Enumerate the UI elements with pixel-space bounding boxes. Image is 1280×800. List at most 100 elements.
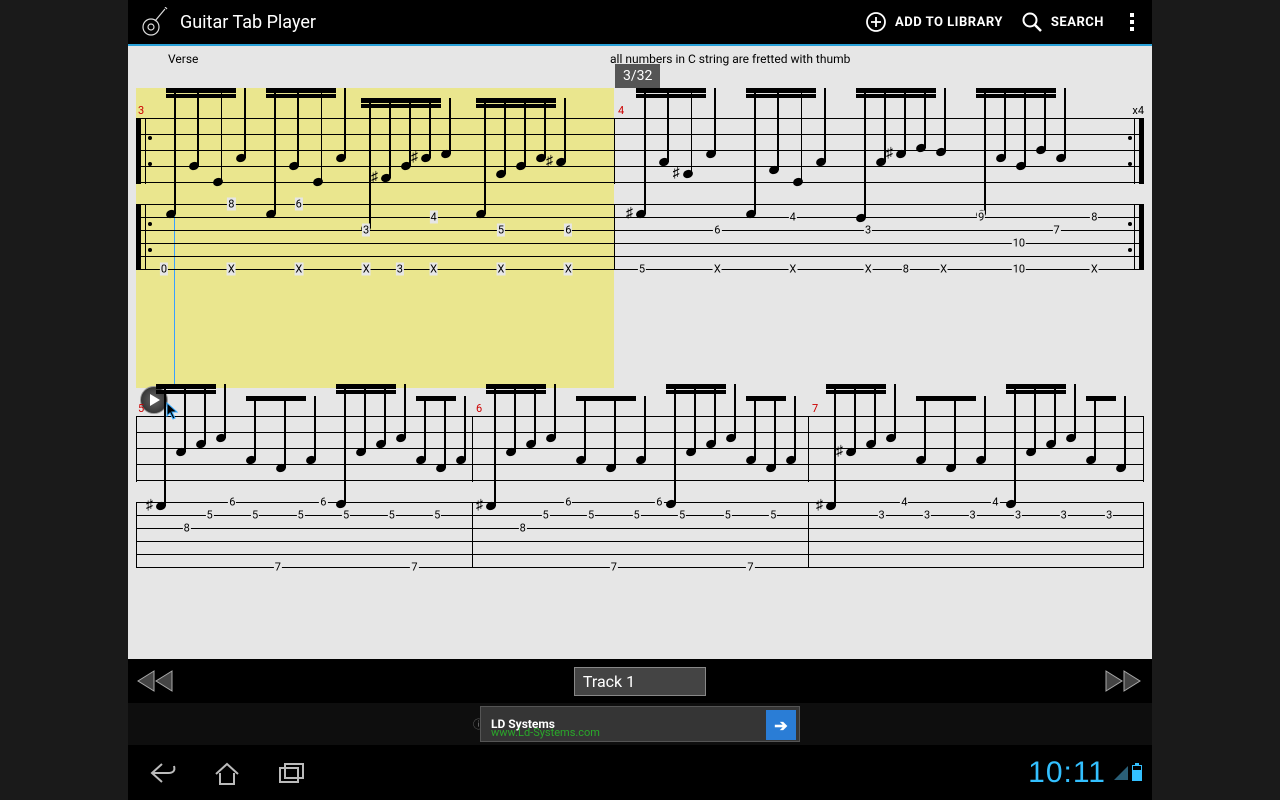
track-selector[interactable]: Track 1 bbox=[574, 667, 706, 696]
tab-fret: 5 bbox=[724, 509, 732, 522]
tab-fret: 5 bbox=[497, 224, 505, 237]
system-2: 5 6 7 ♯♯♯♯ 6 6 5 5 5 5 5 5 8 7 7 6 6 5 5 5 5 5 5 8 7 7 4 4 3 3 3 3 3… bbox=[136, 386, 1144, 626]
tab-fret: 0 bbox=[160, 263, 168, 276]
ad-go-button[interactable]: ➔ bbox=[766, 710, 796, 740]
tab-row-2: 665555558776655555587744333333 bbox=[136, 502, 1144, 568]
tab-fret: 3 bbox=[864, 224, 872, 237]
tab-fret: 4 bbox=[789, 211, 797, 224]
tab-fret: 5 bbox=[433, 509, 441, 522]
tab-fret: X bbox=[294, 263, 303, 276]
tab-fret: 5 bbox=[297, 509, 305, 522]
mouse-cursor-icon bbox=[166, 402, 180, 420]
tab-fret: 7 bbox=[746, 561, 754, 574]
guitar-icon[interactable] bbox=[138, 5, 172, 39]
tab-fret: 3 bbox=[1105, 509, 1113, 522]
tab-fret: 5 bbox=[638, 263, 646, 276]
signal-icon bbox=[1114, 766, 1128, 780]
tab-fret: 7 bbox=[1053, 224, 1061, 237]
tab-fret: 10 bbox=[1012, 263, 1026, 276]
tab-fret: 6 bbox=[228, 496, 236, 509]
section-label: Verse bbox=[168, 52, 198, 66]
measure-number-7: 7 bbox=[812, 402, 818, 415]
tab-fret: 5 bbox=[541, 509, 549, 522]
fast-forward-button[interactable] bbox=[1104, 669, 1144, 693]
tab-fret: 6 bbox=[295, 198, 303, 211]
tab-fret: X bbox=[939, 263, 948, 276]
staff-notation-row1: 3 4 x4 ♯♯♯♯♯♯ bbox=[136, 118, 1144, 184]
tab-fret: 4 bbox=[429, 211, 437, 224]
tab-fret: 8 bbox=[519, 522, 527, 535]
tab-fret: 3 bbox=[362, 224, 370, 237]
overflow-menu-button[interactable] bbox=[1122, 13, 1142, 31]
app-window: Guitar Tab Player ADD TO LIBRARY SEARCH … bbox=[128, 0, 1152, 800]
tab-fret: 9 bbox=[977, 211, 985, 224]
measure-counter: 3/32 bbox=[615, 64, 660, 88]
transport-bar: Track 1 bbox=[128, 659, 1152, 703]
ad-banner[interactable]: LD Systems www.Ld-Systems.com ➔ bbox=[480, 706, 800, 742]
search-button[interactable]: SEARCH bbox=[1021, 11, 1104, 33]
tab-fret: 8 bbox=[902, 263, 910, 276]
tab-fret: 3 bbox=[923, 509, 931, 522]
add-to-library-button[interactable]: ADD TO LIBRARY bbox=[865, 11, 1003, 33]
plus-circle-icon bbox=[865, 11, 887, 33]
measure-number-3: 3 bbox=[138, 104, 144, 117]
staff-notation-row2: 5 6 7 ♯♯♯♯ bbox=[136, 416, 1144, 482]
status-area: 10:11 bbox=[1028, 756, 1142, 790]
add-label: ADD TO LIBRARY bbox=[895, 15, 1003, 30]
tab-fret: 5 bbox=[388, 509, 396, 522]
tab-fret: 7 bbox=[410, 561, 418, 574]
ad-url: www.Ld-Systems.com bbox=[491, 726, 600, 739]
tab-fret: 5 bbox=[678, 509, 686, 522]
tab-fret: 5 bbox=[205, 509, 213, 522]
tab-fret: 8 bbox=[227, 198, 235, 211]
tab-fret: X bbox=[429, 263, 438, 276]
tab-fret: X bbox=[1090, 263, 1099, 276]
tab-fret: X bbox=[713, 263, 722, 276]
tab-fret: 3 bbox=[1060, 509, 1068, 522]
search-icon bbox=[1021, 11, 1043, 33]
tab-fret: X bbox=[496, 263, 505, 276]
tab-fret: X bbox=[788, 263, 797, 276]
repeat-count: x4 bbox=[1132, 104, 1144, 117]
rewind-button[interactable] bbox=[136, 669, 176, 693]
tab-fret: 5 bbox=[587, 509, 595, 522]
app-title: Guitar Tab Player bbox=[180, 12, 316, 33]
tab-fret: 5 bbox=[633, 509, 641, 522]
tab-fret: 10 bbox=[1012, 237, 1026, 250]
tab-fret: X bbox=[564, 263, 573, 276]
recents-button[interactable] bbox=[276, 760, 306, 786]
tab-fret: 5 bbox=[342, 509, 350, 522]
tab-fret: 4 bbox=[900, 496, 908, 509]
tab-fret: X bbox=[362, 263, 371, 276]
tab-fret: 4 bbox=[991, 496, 999, 509]
tab-fret: X bbox=[227, 263, 236, 276]
system-1: 3 4 x4 ♯♯♯♯♯♯ 8 6 4 3 5 6 0 X X X 3 X X X 4 9 8 6 3 7 10 5 X X X… bbox=[136, 88, 1144, 378]
tab-fret: 6 bbox=[564, 496, 572, 509]
tab-fret: 7 bbox=[610, 561, 618, 574]
tab-fret: 7 bbox=[274, 561, 282, 574]
battery-icon bbox=[1132, 765, 1142, 781]
back-button[interactable] bbox=[148, 760, 178, 786]
tab-fret: 5 bbox=[769, 509, 777, 522]
search-label: SEARCH bbox=[1051, 15, 1104, 30]
tab-fret: 6 bbox=[319, 496, 327, 509]
tab-fret: 6 bbox=[564, 224, 572, 237]
ad-bar: ⓘ LD Systems www.Ld-Systems.com ➔ bbox=[128, 703, 1152, 745]
home-button[interactable] bbox=[212, 760, 242, 786]
system-nav-bar: 10:11 bbox=[128, 745, 1152, 800]
measure-number-6: 6 bbox=[476, 402, 482, 415]
measure-number-4: 4 bbox=[618, 104, 624, 117]
repeat-start-bar bbox=[136, 118, 146, 184]
measure-number-5: 5 bbox=[138, 402, 144, 415]
tab-fret: 6 bbox=[655, 496, 663, 509]
tab-fret: 8 bbox=[1090, 211, 1098, 224]
tab-fret: 6 bbox=[713, 224, 721, 237]
sheet-area[interactable]: Verse all numbers in C string are frette… bbox=[128, 46, 1152, 659]
app-bar: Guitar Tab Player ADD TO LIBRARY SEARCH bbox=[128, 0, 1152, 44]
tab-fret: 3 bbox=[1014, 509, 1022, 522]
tab-fret: 3 bbox=[396, 263, 404, 276]
tab-fret: 3 bbox=[877, 509, 885, 522]
tab-fret: X bbox=[864, 263, 873, 276]
tab-fret: 3 bbox=[969, 509, 977, 522]
tab-fret: 8 bbox=[183, 522, 191, 535]
